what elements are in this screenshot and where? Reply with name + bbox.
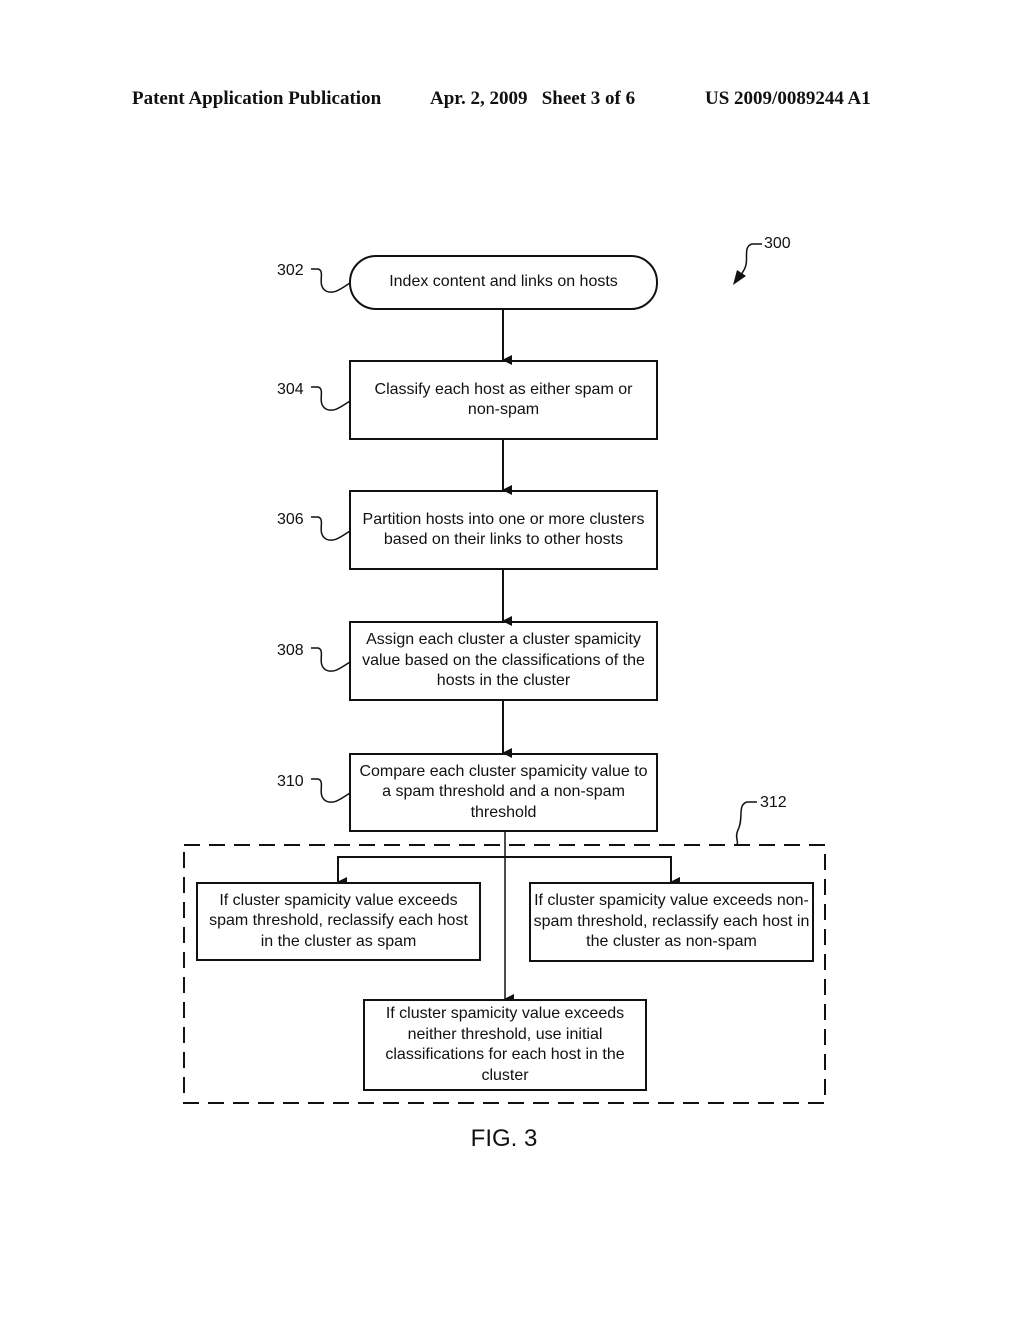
outcome-neither-text: If cluster spamicity value exceeds neith… bbox=[385, 1005, 625, 1084]
ref-304: 304 bbox=[277, 381, 304, 398]
ref-308: 308 bbox=[277, 642, 304, 659]
step-304-text: Classify each host as either spam or non… bbox=[374, 380, 633, 419]
leader-306 bbox=[311, 516, 351, 541]
step-308-text: Assign each cluster a cluster spamicity … bbox=[362, 631, 645, 690]
step-310-text: Compare each cluster spamicity value to … bbox=[359, 762, 648, 821]
ref-306: 306 bbox=[277, 511, 304, 528]
ref-300: 300 bbox=[764, 235, 791, 252]
arrowhead-300 bbox=[733, 270, 746, 285]
ref-302: 302 bbox=[277, 262, 304, 279]
figure-caption: FIG. 3 bbox=[470, 1125, 538, 1152]
outcome-nonspam-text: If cluster spamicity value exceeds non-s… bbox=[533, 892, 810, 951]
step-306-text: Partition hosts into one or more cluster… bbox=[362, 510, 645, 549]
leader-302 bbox=[311, 268, 351, 293]
leader-310 bbox=[311, 778, 351, 803]
step-302-text: Index content and links on hosts bbox=[389, 273, 618, 291]
outcome-spam-text: If cluster spamicity value exceeds spam … bbox=[209, 891, 468, 950]
ref-310: 310 bbox=[277, 773, 304, 790]
ref-312: 312 bbox=[760, 794, 787, 811]
leader-308 bbox=[311, 647, 351, 672]
leader-304 bbox=[311, 386, 351, 411]
leader-312 bbox=[735, 801, 757, 846]
